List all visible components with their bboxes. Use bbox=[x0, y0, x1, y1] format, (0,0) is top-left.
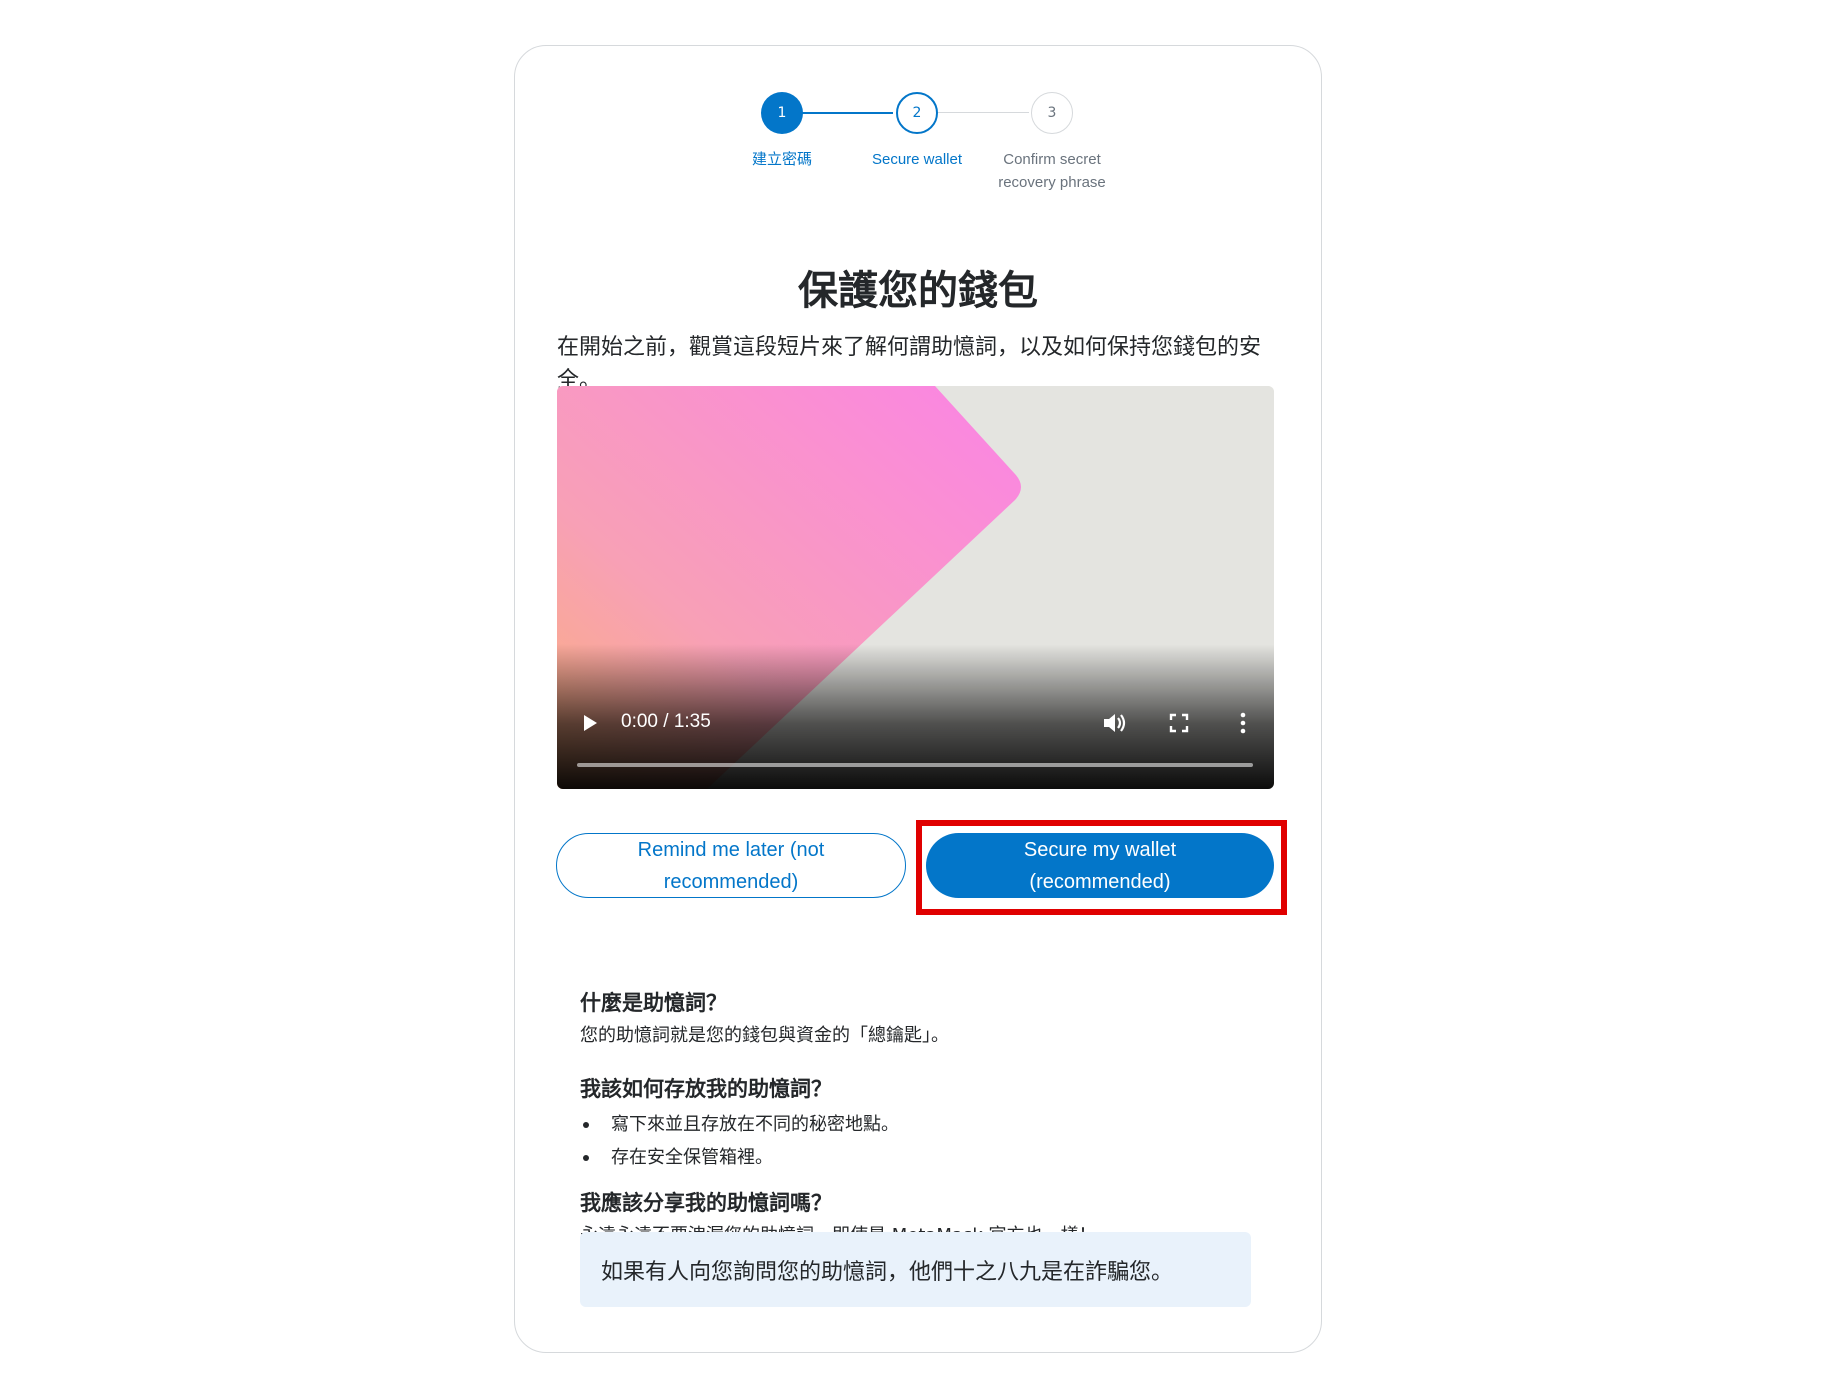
volume-icon[interactable] bbox=[1102, 712, 1128, 734]
remind-me-later-button[interactable]: Remind me later (not recommended) bbox=[556, 833, 906, 898]
faq-answer: 您的助憶詞就是您的錢包與資金的「總鑰匙」。 bbox=[580, 1025, 949, 1046]
scam-warning-notice: 如果有人向您詢問您的助憶詞，他們十之八九是在詐騙您。 bbox=[580, 1232, 1251, 1307]
onboarding-card: 1 2 3 建立密碼 Secure wallet Confirm secret … bbox=[514, 45, 1322, 1353]
tutorial-video-player[interactable]: 0:00 / 1:35 bbox=[557, 386, 1274, 789]
step-3-label: Confirm secret recovery phrase bbox=[998, 151, 1106, 191]
faq-what-is: 什麼是助憶詞？ 您的助憶詞就是您的錢包與資金的「總鑰匙」。 bbox=[580, 988, 1270, 1050]
video-progress-bar[interactable] bbox=[577, 763, 1253, 767]
progress-stepper: 1 2 3 建立密碼 Secure wallet Confirm secret … bbox=[515, 46, 1321, 196]
step-1-indicator: 1 bbox=[761, 92, 803, 134]
play-icon[interactable] bbox=[581, 714, 599, 732]
step-2-label: Secure wallet bbox=[871, 151, 963, 168]
faq-how-to-store: 我該如何存放我的助憶詞？ 寫下來並且存放在不同的秘密地點。 存在安全保管箱裡。 bbox=[580, 1074, 1270, 1174]
faq-question: 我該如何存放我的助憶詞？ bbox=[580, 1077, 832, 1101]
video-time-readout: 0:00 / 1:35 bbox=[621, 711, 711, 732]
faq-question: 什麼是助憶詞？ bbox=[580, 991, 727, 1015]
highlight-box bbox=[916, 820, 1287, 915]
step-2-indicator: 2 bbox=[896, 92, 938, 134]
list-item: 寫下來並且存放在不同的秘密地點。 bbox=[580, 1108, 1270, 1141]
faq-answer-list: 寫下來並且存放在不同的秘密地點。 存在安全保管箱裡。 bbox=[580, 1108, 1270, 1174]
more-options-icon[interactable] bbox=[1239, 711, 1247, 735]
fullscreen-icon[interactable] bbox=[1169, 713, 1189, 733]
page-title: 保護您的錢包 bbox=[798, 268, 1038, 314]
step-3-indicator: 3 bbox=[1031, 92, 1073, 134]
list-item: 存在安全保管箱裡。 bbox=[580, 1141, 1270, 1174]
faq-question: 我應該分享我的助憶詞嗎？ bbox=[580, 1191, 832, 1215]
step-1-label: 建立密碼 bbox=[751, 151, 812, 168]
